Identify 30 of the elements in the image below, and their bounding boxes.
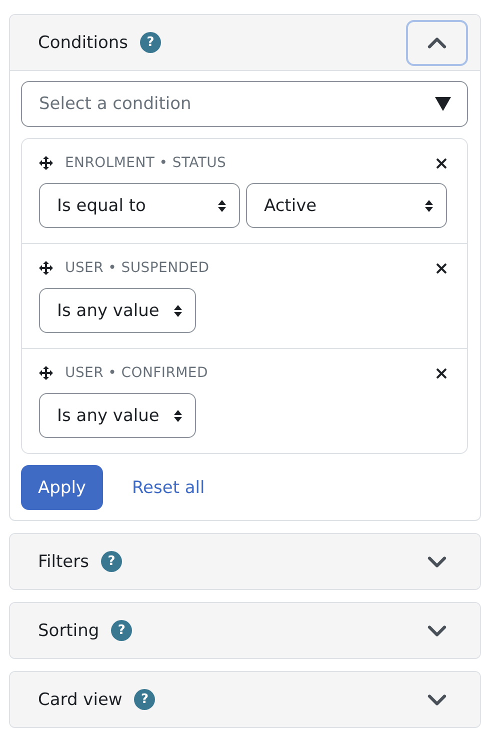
dropdown-triangle-icon [435,97,451,111]
reset-link[interactable]: Reset all [132,478,205,498]
select-field[interactable]: Active [246,183,447,228]
sort-arrows-icon [217,198,227,212]
collapse-button[interactable] [406,20,468,66]
help-icon[interactable]: ? [100,551,122,572]
sort-arrows-icon [173,304,184,318]
help-icon[interactable]: ? [140,32,161,53]
help-icon[interactable]: ? [134,689,156,710]
select-field[interactable]: Is equal to [39,183,240,228]
move-icon[interactable] [39,366,53,380]
section-title: Conditions [38,32,128,52]
close-icon[interactable] [436,262,447,274]
move-icon[interactable] [39,156,53,170]
help-icon[interactable]: ? [111,620,132,641]
apply-button[interactable]: Apply [21,465,103,510]
condition-heading: USER • SUSPENDED [65,260,210,276]
condition-heading: ENROLMENT • STATUS [65,155,226,171]
section-title: Sorting [38,620,100,640]
condition-heading: USER • CONFIRMED [65,365,208,381]
condition-select[interactable]: Select a condition [21,81,468,127]
section-title: Card view [38,690,122,710]
sort-arrows-icon [173,408,184,422]
close-icon[interactable] [436,368,447,378]
section-title: Filters [38,552,89,572]
select-field[interactable]: Is any value [39,393,196,438]
sort-arrows-icon [424,198,434,212]
move-icon[interactable] [39,261,53,275]
close-icon[interactable] [436,158,447,168]
select-field[interactable]: Is any value [39,288,196,333]
